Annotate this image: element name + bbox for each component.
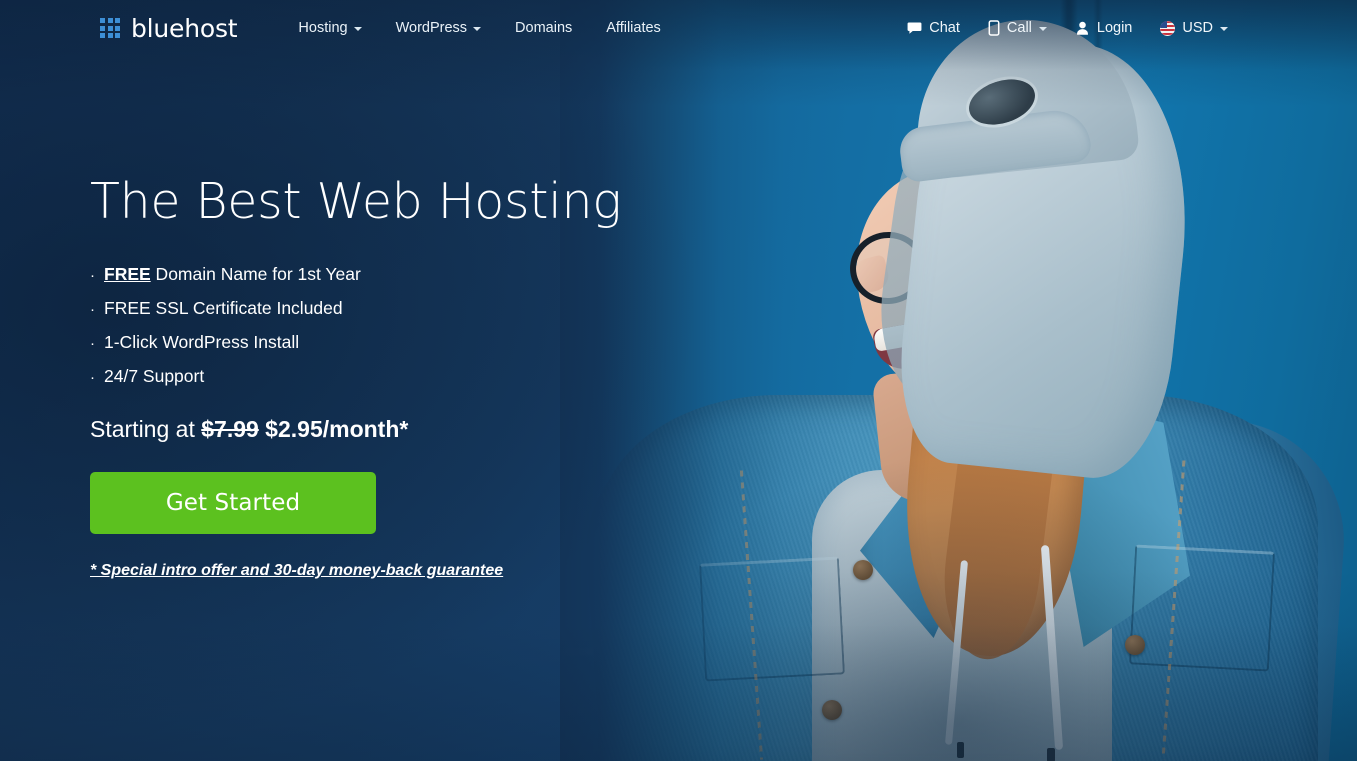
list-item: · FREE SSL Certificate Included: [90, 292, 650, 326]
page-title: The Best Web Hosting: [90, 173, 622, 230]
nav-item-domains[interactable]: Domains: [498, 12, 589, 44]
price-current: $2.95/month*: [258, 415, 409, 442]
feature-emphasis: FREE: [104, 263, 151, 284]
chevron-down-icon: [1220, 27, 1228, 31]
call-link[interactable]: Call: [974, 13, 1061, 43]
feature-rest: Domain Name for 1st Year: [150, 263, 361, 284]
nav-label-affiliates: Affiliates: [606, 20, 661, 36]
mobile-phone-icon: [988, 20, 1000, 36]
price-prefix: Starting at: [90, 415, 202, 442]
call-label: Call: [1006, 20, 1032, 36]
site-header: bluehost Hosting WordPress Domains Affil…: [0, 0, 1357, 56]
bluehost-homepage-hero: bluehost Hosting WordPress Domains Affil…: [0, 0, 1357, 761]
chevron-down-icon: [473, 27, 482, 31]
us-flag-icon: [1160, 20, 1176, 36]
bullet-marker: ·: [90, 266, 95, 284]
feature-text: 24/7 Support: [104, 365, 205, 386]
feature-text: FREE SSL Certificate Included: [104, 297, 343, 318]
main-navigation: Hosting WordPress Domains Affiliates: [281, 12, 677, 44]
brand-name: bluehost: [131, 13, 238, 43]
utility-navigation: Chat Call Login USD: [893, 13, 1242, 43]
chat-label: Chat: [929, 20, 960, 36]
nav-label-hosting: Hosting: [298, 20, 348, 36]
list-item: · FREE Domain Name for 1st Year: [90, 258, 650, 292]
list-item: · 24/7 Support: [90, 360, 650, 394]
bluehost-logo[interactable]: bluehost: [100, 13, 238, 43]
get-started-button[interactable]: Get Started: [90, 471, 376, 534]
hero-content: The Best Web Hosting · FREE Domain Name …: [90, 173, 650, 580]
grid-squares-icon: [100, 18, 120, 38]
feature-list: · FREE Domain Name for 1st Year · FREE S…: [90, 258, 650, 394]
chevron-down-icon: [1038, 27, 1047, 31]
bullet-marker: ·: [90, 368, 95, 386]
nav-item-affiliates[interactable]: Affiliates: [589, 12, 678, 44]
login-link[interactable]: Login: [1061, 13, 1146, 43]
chat-bubble-icon: [907, 21, 922, 36]
bullet-marker: ·: [90, 334, 95, 352]
offer-disclaimer-link[interactable]: * Special intro offer and 30-day money-b…: [90, 562, 503, 580]
bullet-marker: ·: [90, 300, 95, 318]
price-line: Starting at $7.99 $2.95/month*: [90, 416, 650, 443]
currency-selector[interactable]: USD: [1146, 13, 1242, 43]
feature-text: FREE Domain Name for 1st Year: [104, 258, 361, 290]
nav-label-wordpress: WordPress: [395, 20, 468, 36]
nav-label-domains: Domains: [515, 20, 573, 36]
chat-link[interactable]: Chat: [893, 13, 974, 43]
list-item: · 1-Click WordPress Install: [90, 326, 650, 360]
feature-text: 1-Click WordPress Install: [104, 331, 300, 352]
nav-item-hosting[interactable]: Hosting: [281, 12, 378, 44]
chevron-down-icon: [353, 27, 362, 31]
currency-label: USD: [1182, 20, 1213, 36]
user-person-icon: [1075, 21, 1090, 36]
price-original: $7.99: [201, 415, 259, 442]
login-label: Login: [1096, 20, 1133, 36]
nav-item-wordpress[interactable]: WordPress: [379, 12, 498, 44]
